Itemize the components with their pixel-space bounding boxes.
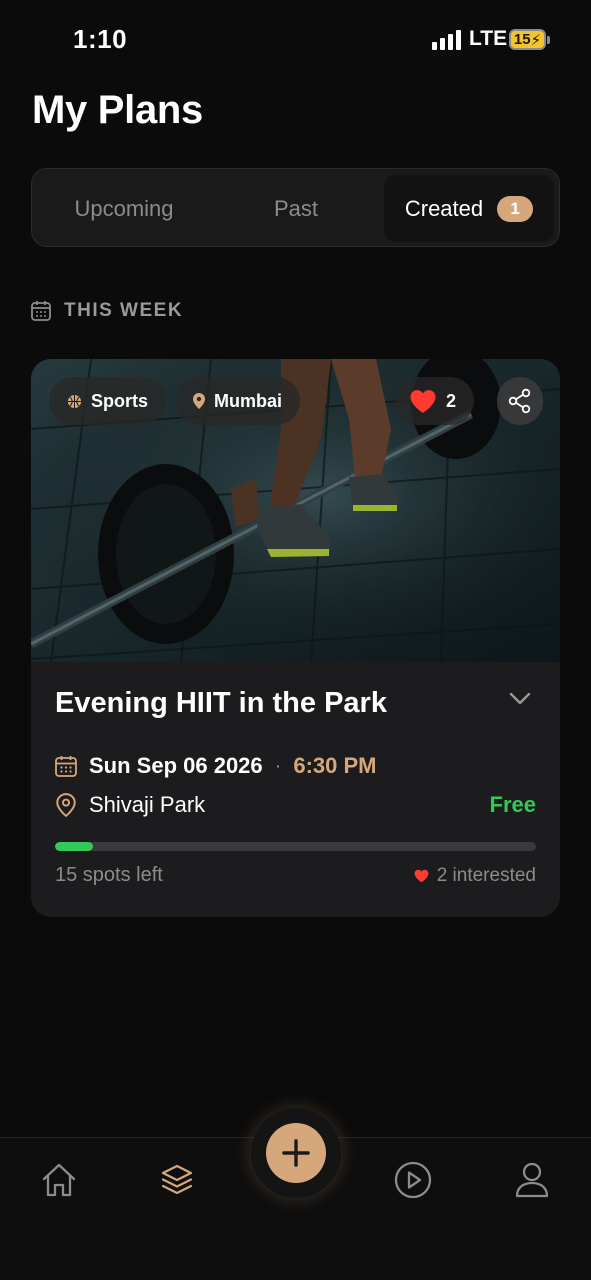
heart-icon [410, 389, 436, 413]
interested-label: 2 interested [436, 865, 536, 886]
tab-upcoming[interactable]: Upcoming [38, 175, 210, 242]
page-title: My Plans [32, 88, 203, 132]
interested-count: 2 interested [414, 865, 536, 887]
like-count: 2 [446, 390, 457, 411]
battery-level: 15 [513, 31, 531, 48]
nav-plans[interactable] [155, 1158, 199, 1202]
basketball-icon [67, 394, 82, 408]
plan-card[interactable]: Sports Mumbai 2 Evening HIIT in the Park [31, 359, 560, 917]
tab-label: Past [273, 195, 319, 221]
chevron-down-icon[interactable] [509, 692, 531, 706]
count-badge: 1 [497, 195, 534, 222]
date-row: Sun Sep 06 2026 · 6:30 PM [55, 753, 376, 779]
calendar-icon [31, 301, 51, 321]
location-label: Mumbai [214, 390, 283, 411]
network-type: LTE [469, 27, 508, 50]
venue-row: Shivaji Park [55, 792, 205, 818]
battery-nub [547, 36, 550, 44]
plan-price: Free [489, 792, 536, 817]
nav-profile[interactable] [510, 1158, 554, 1202]
share-icon [508, 388, 531, 414]
battery-icon: 15 ⚡ [509, 29, 546, 50]
section-title: THIS WEEK [64, 300, 184, 321]
home-icon [42, 1163, 76, 1197]
tab-label: Upcoming [74, 195, 174, 221]
heart-icon [414, 869, 429, 883]
nav-home[interactable] [37, 1158, 81, 1202]
create-plan-button[interactable] [266, 1123, 326, 1183]
category-chip[interactable]: Sports [49, 377, 167, 425]
location-pin-icon [193, 393, 205, 409]
status-time: 1:10 [73, 24, 128, 54]
plan-title: Evening HIIT in the Park [55, 687, 387, 719]
like-button[interactable]: 2 [395, 377, 475, 425]
plans-tabs: Upcoming Past Created 1 [31, 168, 560, 247]
nav-play[interactable] [391, 1158, 435, 1202]
section-header: THIS WEEK [31, 300, 183, 322]
plan-time: 6:30 PM [293, 753, 377, 778]
share-button[interactable] [497, 377, 543, 425]
location-chip[interactable]: Mumbai [175, 377, 301, 425]
category-label: Sports [91, 390, 149, 411]
plan-venue: Shivaji Park [89, 792, 206, 817]
location-pin-icon [56, 793, 76, 817]
tab-past[interactable]: Past [210, 175, 382, 242]
tab-created[interactable]: Created 1 [384, 175, 554, 242]
separator-dot: · [274, 754, 282, 777]
tab-label: Created [404, 195, 484, 221]
spots-progress-fill [55, 842, 94, 851]
profile-icon [515, 1162, 549, 1198]
calendar-icon [55, 756, 77, 777]
status-bar: 1:10 LTE 15 ⚡ [0, 0, 591, 80]
spots-left: 15 spots left [55, 864, 163, 886]
add-icon [282, 1139, 310, 1167]
layers-icon [161, 1164, 193, 1195]
plan-date: Sun Sep 06 2026 [89, 753, 263, 778]
play-icon [394, 1161, 432, 1199]
spots-progress-bar [55, 842, 536, 851]
signal-icon [432, 30, 462, 50]
